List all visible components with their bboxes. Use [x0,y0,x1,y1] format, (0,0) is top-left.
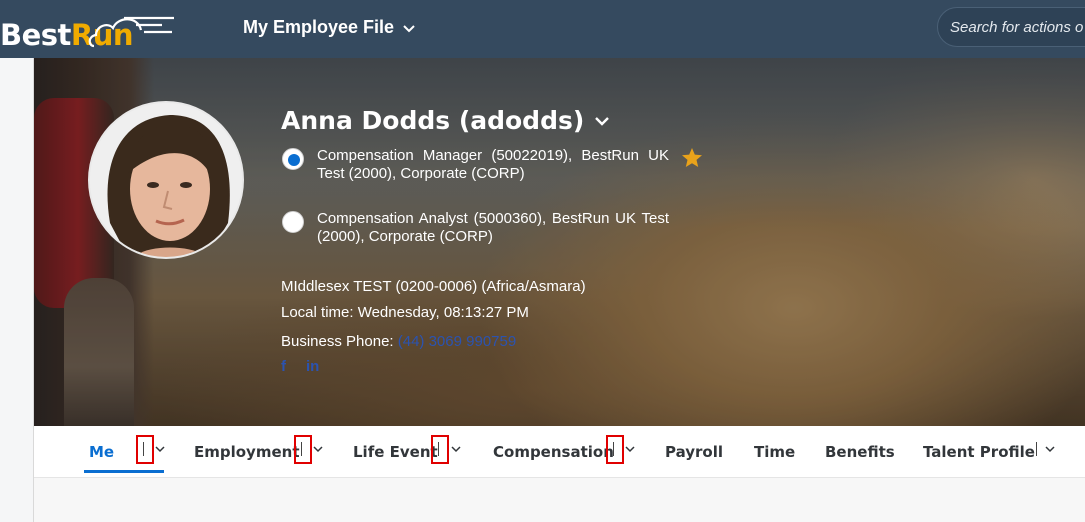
phone-link[interactable]: (44) 3069 990759 [398,333,516,350]
job-option-2[interactable]: Compensation Analyst (5000360), BestRun … [282,210,669,246]
left-rail [0,58,34,522]
job-text-1: Compensation Manager (50022019), BestRun… [317,147,669,182]
tab-me-menu-highlight[interactable] [136,435,154,464]
job-text-2: Compensation Analyst (5000360), BestRun … [317,210,669,245]
employee-name: Anna Dodds (adodds) [281,106,585,135]
star-icon[interactable] [681,147,703,169]
tab-talent-profile[interactable]: Talent Profile [923,443,1035,461]
chevron-down-icon[interactable] [154,444,166,454]
phone-label: Business Phone: [281,333,394,350]
avatar[interactable] [88,101,244,259]
job-radio-1[interactable] [282,148,304,170]
tab-life-event-menu-highlight[interactable] [431,435,449,464]
facebook-icon[interactable]: f [281,358,286,375]
tab-employment[interactable]: Employment [194,443,300,461]
app-title-menu[interactable]: My Employee File [243,17,416,38]
shell-bar: BestRun My Employee File [0,0,1085,58]
social-links: f in [281,358,319,375]
tab-time[interactable]: Time [754,443,795,461]
local-time: Local time: Wednesday, 08:13:27 PM [281,304,529,321]
tab-life-event[interactable]: Life Event [353,443,438,461]
tab-employment-menu-highlight[interactable] [294,435,312,464]
profile-header: Anna Dodds (adodds) Compensation Manager… [34,58,1085,426]
employee-name-menu[interactable]: Anna Dodds (adodds) [281,106,610,135]
search-input[interactable] [950,19,1085,36]
business-phone: Business Phone: (44) 3069 990759 [281,333,516,350]
profile-photo [90,103,242,257]
tab-talent-profile-separator [1036,442,1037,456]
tab-compensation-menu-highlight[interactable] [606,435,624,464]
app-title: My Employee File [243,17,395,37]
cloud-icon [88,16,174,48]
tab-compensation[interactable]: Compensation [493,443,614,461]
job-option-1[interactable]: Compensation Manager (50022019), BestRun… [282,147,703,183]
chevron-down-icon[interactable] [450,444,462,454]
section-tabbar: Me Employment Life Event Compensation Pa… [34,426,1085,478]
chevron-down-icon[interactable] [624,444,636,454]
tab-benefits[interactable]: Benefits [825,443,895,461]
tab-payroll[interactable]: Payroll [665,443,723,461]
job-radio-2[interactable] [282,211,304,233]
active-tab-indicator [84,470,164,473]
bestrun-logo[interactable]: BestRun [0,6,180,52]
chevron-down-icon [595,116,610,126]
chevron-down-icon[interactable] [312,444,324,454]
chevron-down-icon[interactable] [1044,444,1056,454]
linkedin-icon[interactable]: in [306,358,319,375]
content-area [34,478,1085,522]
chevron-down-icon [403,24,415,32]
location: MIddlesex TEST (0200-0006) (Africa/Asmar… [281,278,586,295]
tab-me[interactable]: Me [89,443,114,461]
search-field[interactable] [937,7,1085,47]
